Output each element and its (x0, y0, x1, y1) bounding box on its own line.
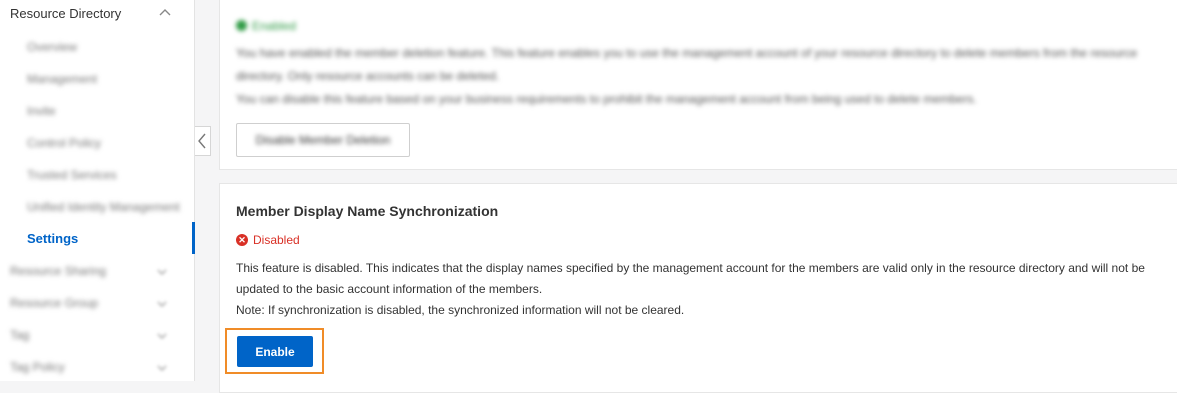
sidebar-item-management[interactable]: Management (27, 72, 97, 86)
description-line-2: updated to the basic account information… (236, 282, 543, 296)
chevron-up-icon[interactable] (158, 6, 172, 20)
error-circle-icon: ✕ (236, 234, 248, 246)
sidebar-item-settings[interactable]: Settings (27, 231, 78, 246)
sidebar-collapse-button[interactable] (195, 126, 211, 156)
sidebar-section-resource-directory[interactable]: Resource Directory (10, 6, 121, 21)
description-note: Note: If synchronization is disabled, th… (236, 303, 685, 317)
chevron-down-icon[interactable] (156, 331, 168, 341)
check-circle-icon (236, 20, 247, 31)
disable-member-deletion-button[interactable]: Disable Member Deletion (236, 123, 410, 157)
active-indicator (192, 222, 195, 254)
member-deletion-desc-2: directory. Only resource accounts can be… (236, 69, 500, 83)
status-badge: ✕ Disabled (236, 233, 300, 247)
disable-member-deletion-label: Disable Member Deletion (255, 133, 391, 147)
member-deletion-status: Enabled (252, 19, 297, 33)
sidebar-item-invite[interactable]: Invite (27, 104, 56, 118)
member-deletion-desc-1: You have enabled the member deletion fea… (236, 46, 1138, 60)
section-title: Member Display Name Synchronization (236, 203, 499, 219)
member-deletion-desc-3: You can disable this feature based on yo… (236, 92, 977, 106)
sidebar-item-overview[interactable]: Overview (27, 40, 77, 54)
sidebar: Resource Directory Overview Management I… (0, 0, 195, 381)
chevron-down-icon[interactable] (156, 363, 168, 373)
chevron-down-icon[interactable] (156, 267, 168, 277)
sidebar-group-tag[interactable]: Tag (10, 328, 29, 342)
enable-button[interactable]: Enable (237, 336, 313, 367)
highlight-box: Enable (225, 328, 324, 374)
member-deletion-card: Enabled You have enabled the member dele… (219, 0, 1177, 170)
sidebar-item-unified-identity[interactable]: Unified Identity Management (27, 200, 180, 214)
status-label: Disabled (253, 233, 300, 247)
sidebar-item-trusted-services[interactable]: Trusted Services (27, 168, 117, 182)
chevron-left-icon (198, 133, 206, 149)
sidebar-group-resource-sharing[interactable]: Resource Sharing (10, 264, 106, 278)
description-line-1: This feature is disabled. This indicates… (236, 261, 1145, 275)
display-name-sync-card: Member Display Name Synchronization ✕ Di… (219, 183, 1177, 393)
sidebar-item-control-policy[interactable]: Control Policy (27, 136, 101, 150)
chevron-down-icon[interactable] (156, 299, 168, 309)
sidebar-group-resource-group[interactable]: Resource Group (10, 296, 98, 310)
sidebar-group-tag-policy[interactable]: Tag Policy (10, 360, 65, 374)
